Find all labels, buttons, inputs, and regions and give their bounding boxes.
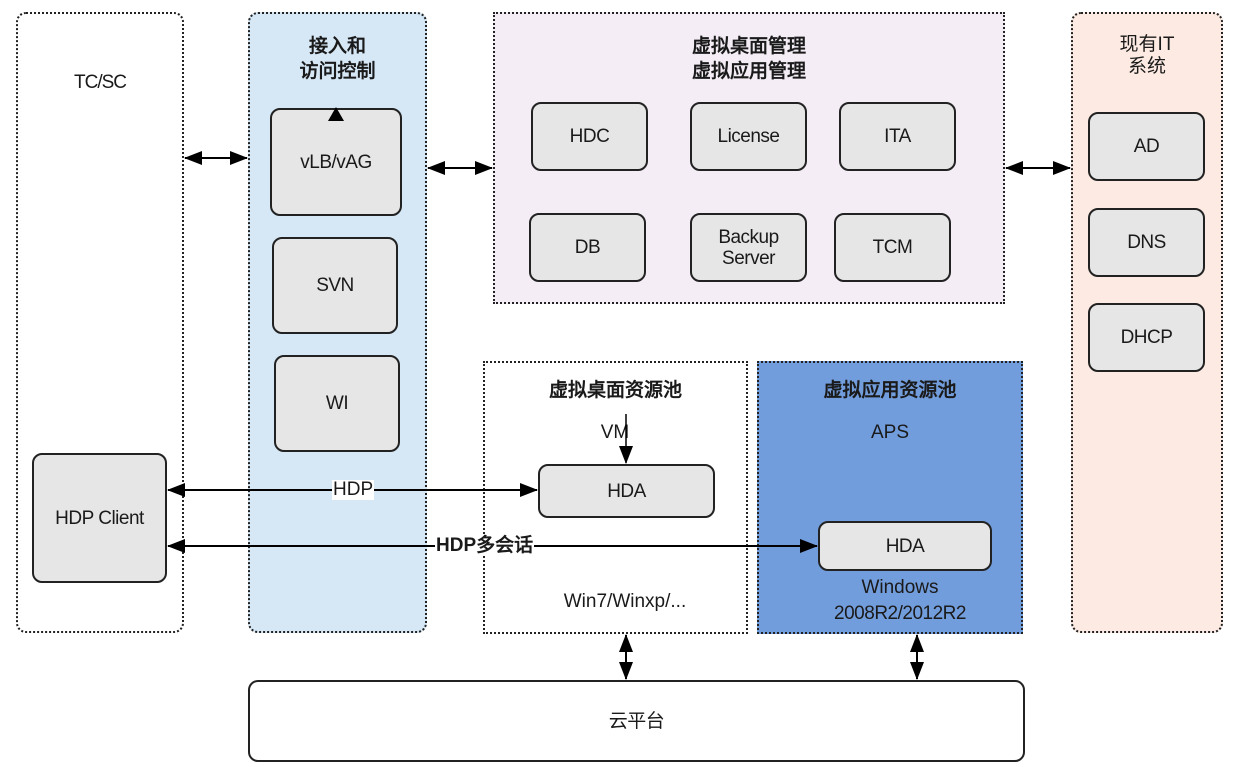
node-cloud-platform[interactable]: 云平台: [248, 680, 1025, 762]
group-tc-sc-title: TC/SC: [74, 72, 127, 93]
group-access-title-2: 访问控制: [299, 61, 376, 82]
node-hdc[interactable]: HDC: [531, 102, 648, 171]
node-dhcp[interactable]: DHCP: [1088, 303, 1205, 372]
node-db[interactable]: DB: [529, 213, 646, 282]
node-ad[interactable]: AD: [1088, 112, 1205, 181]
node-hda-desktop[interactable]: HDA: [538, 464, 715, 518]
node-license[interactable]: License: [690, 102, 807, 171]
edge-label-hdp-multi: HDP多会话: [435, 535, 535, 556]
node-backup-server[interactable]: Backup Server: [690, 213, 807, 282]
group-desktop-pool-title: 虚拟桌面资源池: [548, 380, 682, 401]
group-access-title-1: 接入和: [308, 36, 366, 57]
desktop-os-label: Win7/Winxp/...: [563, 591, 687, 612]
group-management-title-2: 虚拟应用管理: [691, 61, 806, 82]
group-management-title-1: 虚拟桌面管理: [691, 36, 806, 57]
app-os-label-2: 2008R2/2012R2: [834, 603, 966, 624]
node-svn[interactable]: SVN: [272, 237, 398, 334]
group-it-title-2: 系统: [1127, 56, 1166, 77]
node-ita[interactable]: ITA: [839, 102, 956, 171]
node-wi[interactable]: WI: [274, 355, 400, 452]
group-app-pool-title: 虚拟应用资源池: [823, 380, 957, 401]
node-dns[interactable]: DNS: [1088, 208, 1205, 277]
aps-label: APS: [870, 422, 910, 443]
node-hda-app[interactable]: HDA: [818, 521, 992, 571]
vm-label: VM: [600, 422, 630, 443]
app-os-label-1: Windows: [861, 577, 939, 598]
node-tcm[interactable]: TCM: [834, 213, 951, 282]
node-hdp-client[interactable]: HDP Client: [32, 453, 167, 583]
edge-label-hdp: HDP: [332, 479, 375, 500]
node-vlb-vag[interactable]: vLB/vAG: [270, 108, 402, 216]
